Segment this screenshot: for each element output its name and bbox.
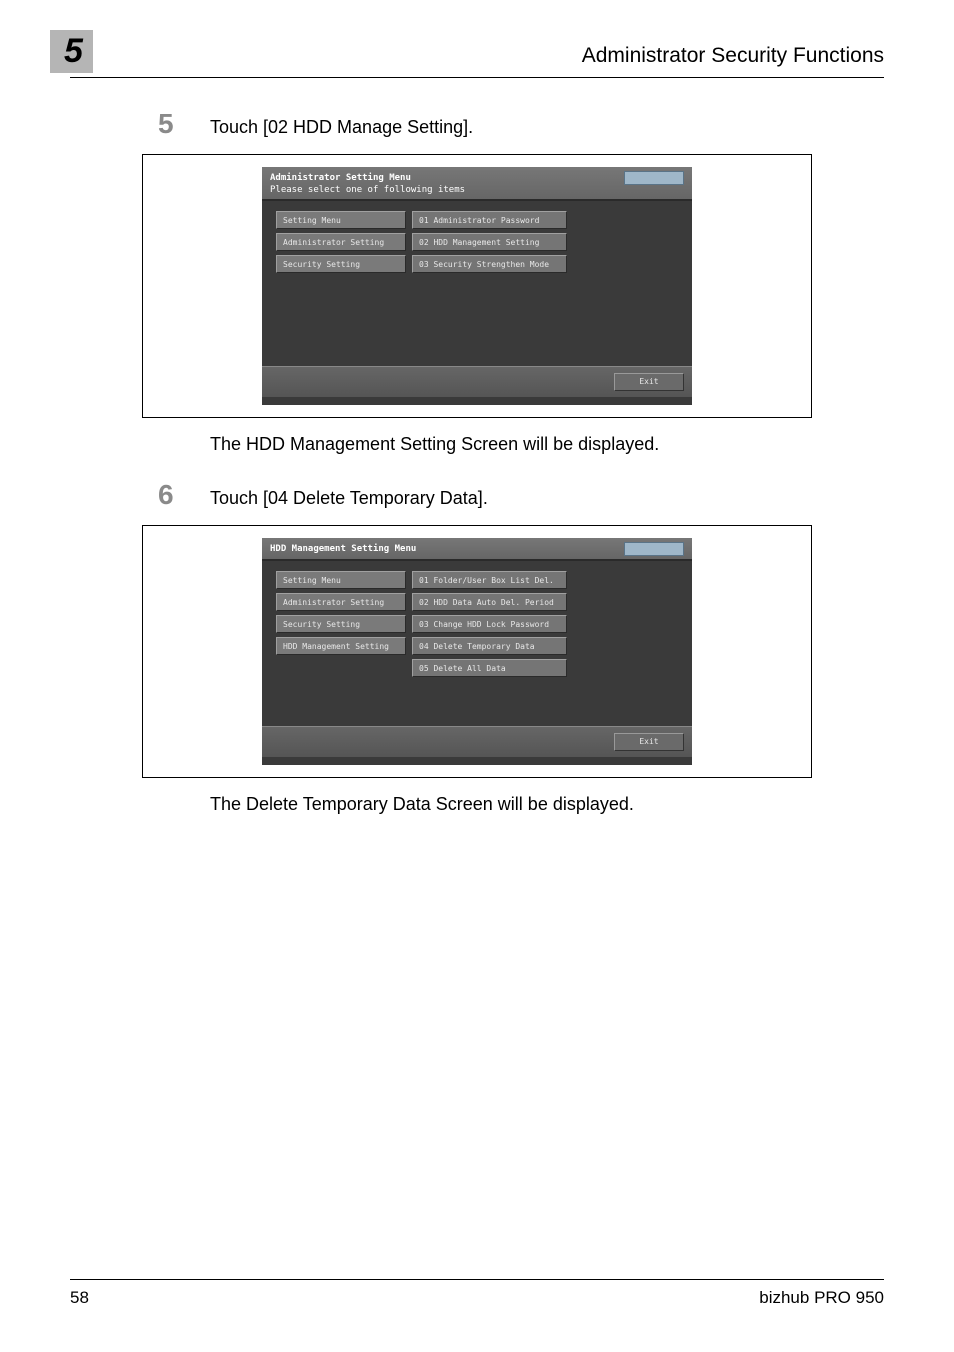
options-column: 01 Administrator Password 02 HDD Managem… [412,211,567,360]
screen-footer: Exit [262,366,692,397]
step-instruction: Touch [02 HDD Manage Setting]. [210,117,473,138]
hdd-management-menu-screen: HDD Management Setting Menu Setting Menu… [262,538,692,766]
option-01-folder-userbox-del[interactable]: 01 Folder/User Box List Del. [412,571,567,589]
breadcrumb-security-setting[interactable]: Security Setting [276,255,406,273]
step5-result-text: The HDD Management Setting Screen will b… [210,434,884,455]
breadcrumb-hdd-management[interactable]: HDD Management Setting [276,637,406,655]
page-number: 58 [70,1288,89,1308]
option-04-delete-temp-data[interactable]: 04 Delete Temporary Data [412,637,567,655]
option-03-security-strengthen[interactable]: 03 Security Strengthen Mode [412,255,567,273]
status-indicator [624,171,684,185]
admin-setting-menu-screen: Administrator Setting Menu Please select… [262,167,692,405]
screen-footer: Exit [262,726,692,757]
status-indicator [624,542,684,556]
breadcrumb-column: Setting Menu Administrator Setting Secur… [276,571,406,720]
breadcrumb-setting-menu[interactable]: Setting Menu [276,571,406,589]
options-column: 01 Folder/User Box List Del. 02 HDD Data… [412,571,567,720]
page-footer: 58 bizhub PRO 950 [70,1279,884,1308]
screenshot-frame-1: Administrator Setting Menu Please select… [142,154,812,418]
screen-subtitle: Please select one of following items [270,185,684,195]
screen-body: Setting Menu Administrator Setting Secur… [262,201,692,366]
option-01-admin-password[interactable]: 01 Administrator Password [412,211,567,229]
product-model: bizhub PRO 950 [759,1288,884,1308]
step-5: 5 Touch [02 HDD Manage Setting]. [158,108,884,140]
header-title: Administrator Security Functions [93,44,884,68]
breadcrumb-security-setting[interactable]: Security Setting [276,615,406,633]
screen-header: HDD Management Setting Menu [262,538,692,560]
exit-button[interactable]: Exit [614,373,684,391]
option-02-hdd-auto-del-period[interactable]: 02 HDD Data Auto Del. Period [412,593,567,611]
breadcrumb-admin-setting[interactable]: Administrator Setting [276,593,406,611]
page-header: 5 Administrator Security Functions [70,30,884,78]
screenshot-frame-2: HDD Management Setting Menu Setting Menu… [142,525,812,779]
exit-button[interactable]: Exit [614,733,684,751]
breadcrumb-admin-setting[interactable]: Administrator Setting [276,233,406,251]
step-6: 6 Touch [04 Delete Temporary Data]. [158,479,884,511]
step6-result-text: The Delete Temporary Data Screen will be… [210,794,884,815]
screen-title: Administrator Setting Menu [270,173,684,185]
screen-title: HDD Management Setting Menu [270,544,684,556]
option-03-change-hdd-lock-pw[interactable]: 03 Change HDD Lock Password [412,615,567,633]
chapter-number: 5 [50,30,93,73]
breadcrumb-setting-menu[interactable]: Setting Menu [276,211,406,229]
step-number: 6 [158,479,210,511]
screen-header: Administrator Setting Menu Please select… [262,167,692,199]
option-02-hdd-management[interactable]: 02 HDD Management Setting [412,233,567,251]
step-instruction: Touch [04 Delete Temporary Data]. [210,488,488,509]
option-05-delete-all-data[interactable]: 05 Delete All Data [412,659,567,677]
screen-body: Setting Menu Administrator Setting Secur… [262,561,692,726]
breadcrumb-column: Setting Menu Administrator Setting Secur… [276,211,406,360]
step-number: 5 [158,108,210,140]
